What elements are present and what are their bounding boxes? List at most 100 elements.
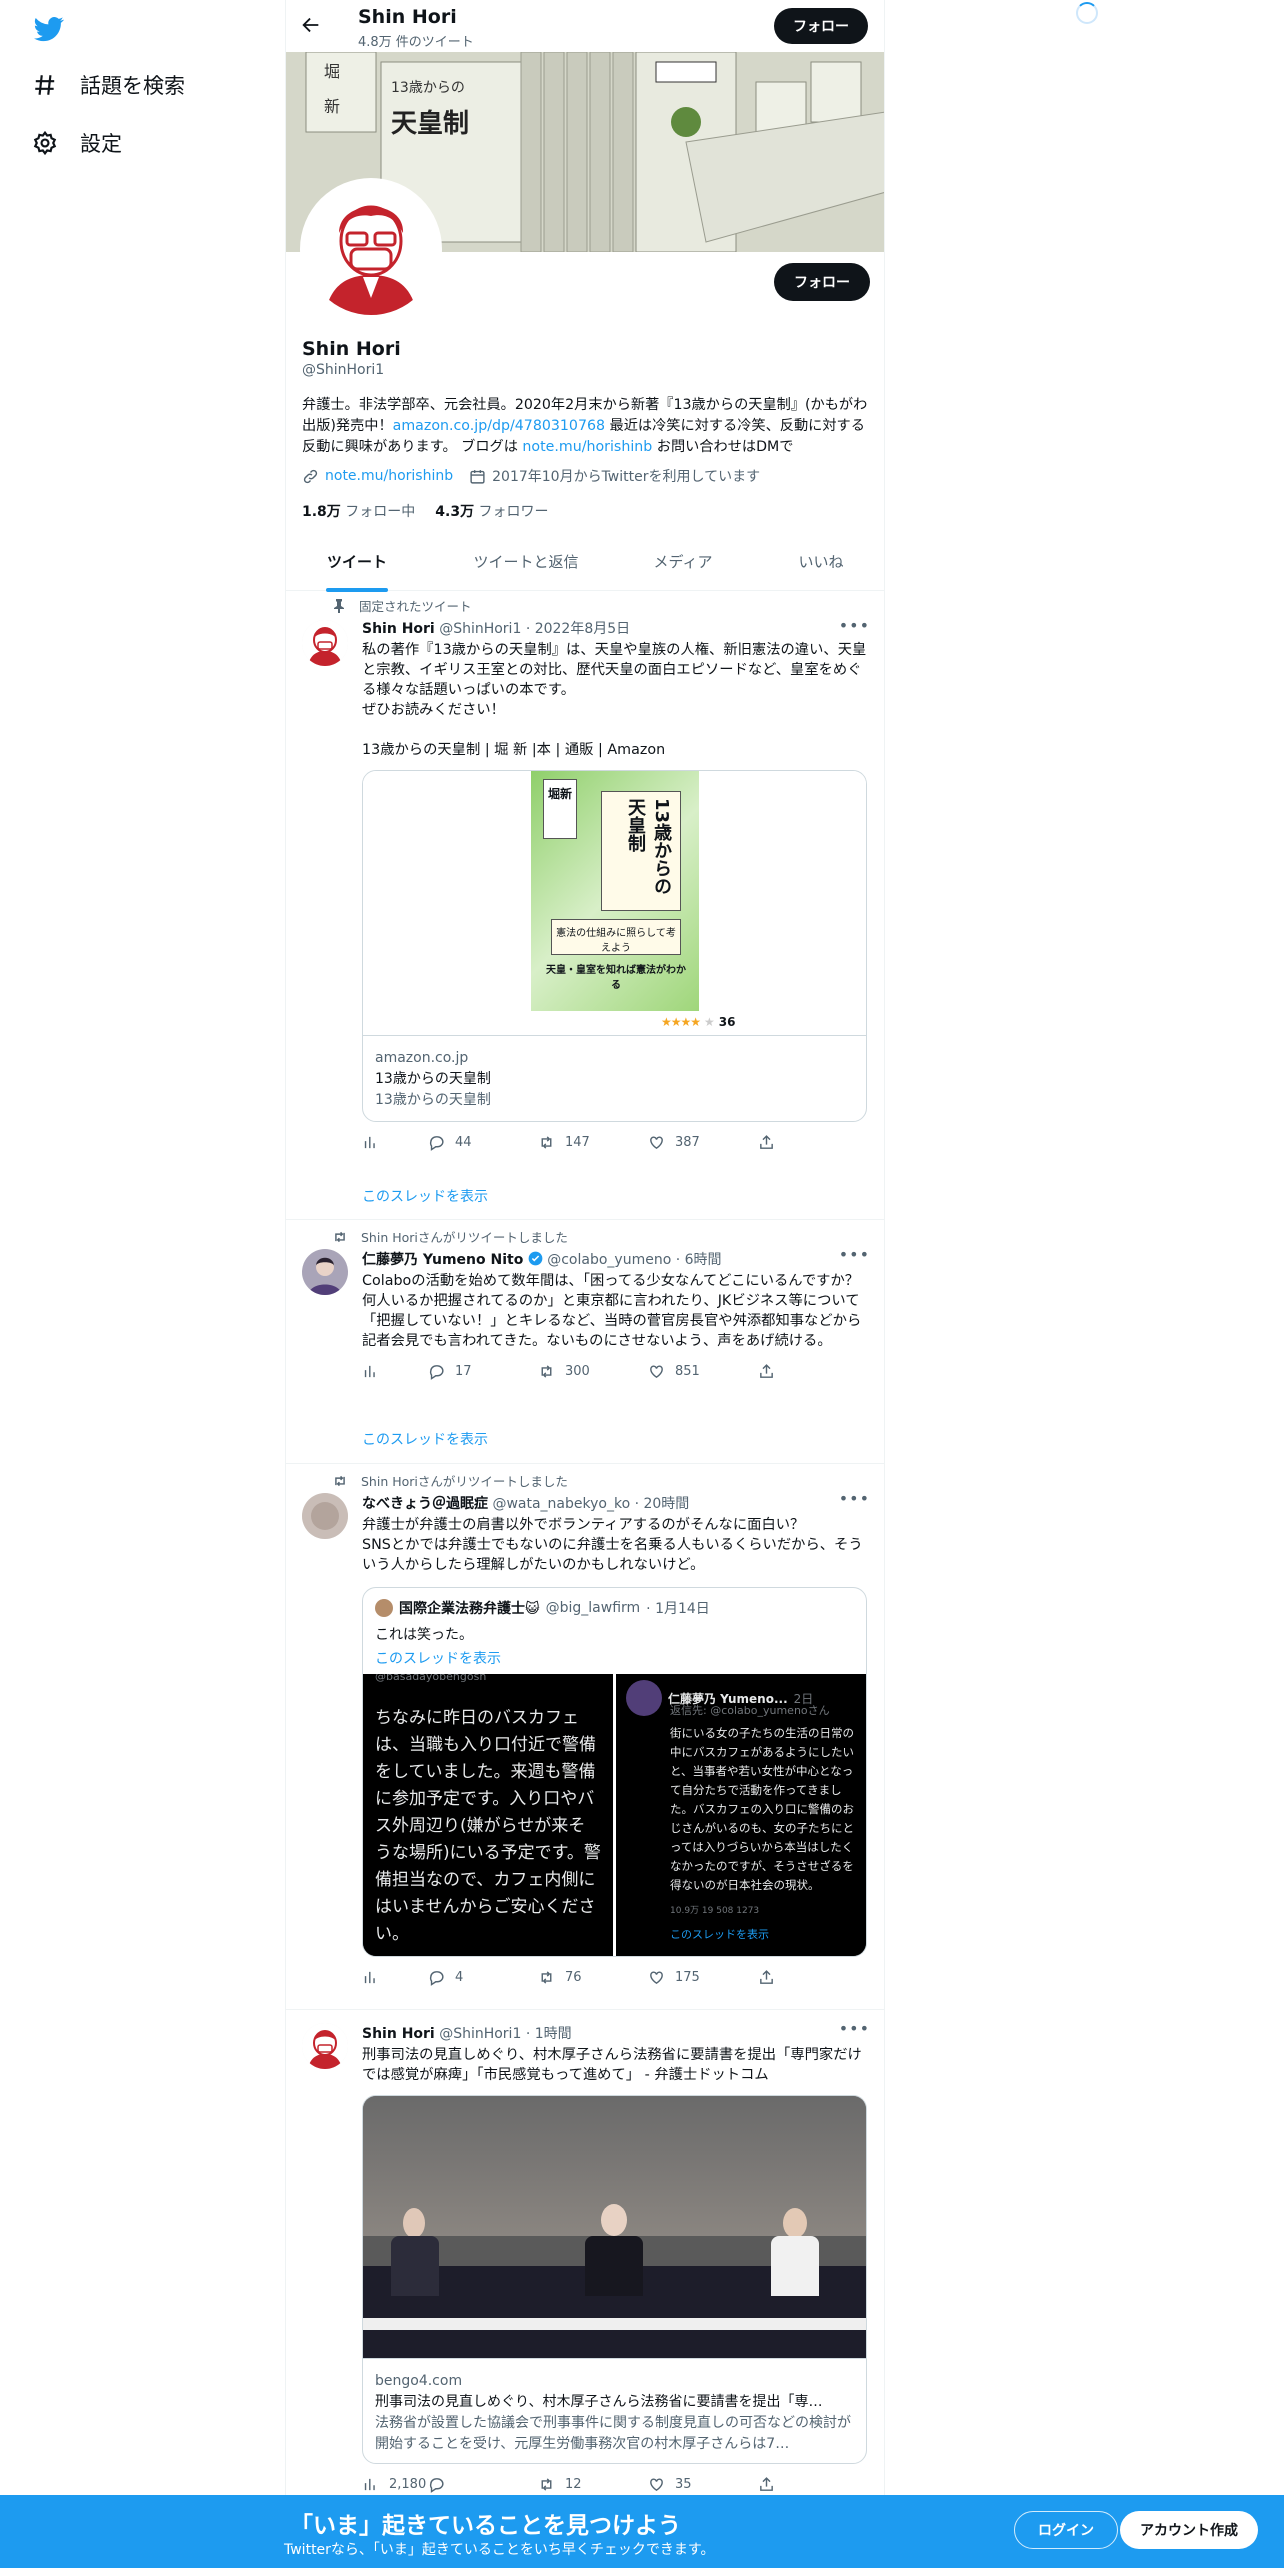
like-button[interactable]: 175 <box>648 1969 758 1986</box>
share-button[interactable] <box>758 1363 868 1380</box>
profile-bio: 弁護士。非法学部卒、元会社員。2020年2月末から新著『13歳からの天皇制』(か… <box>302 397 868 455</box>
heart-icon <box>650 2478 663 2492</box>
show-thread-link[interactable]: このスレッドを表示 <box>362 1429 488 1449</box>
profile-avatar[interactable] <box>300 178 442 320</box>
reply-button[interactable]: 4 <box>428 1969 538 1986</box>
share-icon <box>760 1970 773 1984</box>
quote-show-thread[interactable]: このスレッドを表示 <box>375 1648 854 1668</box>
views-button[interactable] <box>362 1363 428 1380</box>
retweet-button[interactable]: 300 <box>538 1363 648 1380</box>
share-icon <box>760 1364 773 1378</box>
twitter-logo-icon[interactable] <box>34 14 64 44</box>
media-image-2: 仁藤夢乃 Yumeno... 2日 返信先: @colabo_yumenoさん … <box>616 1674 866 1956</box>
tweet-text: Colaboの活動を始めて数年間は、「困ってる少女なんてどこにいるんですか？何人… <box>362 1273 862 1349</box>
retweet-icon <box>541 1971 552 1984</box>
reply-button[interactable] <box>428 2476 538 2493</box>
tweet-header: Shin Hori @ShinHori1 · 2022年8月5日 <box>362 621 631 637</box>
quote-media[interactable]: @basadayobengosh ちなみに昨日のバスカフェは、当職も入り口付近で… <box>363 1674 866 1956</box>
like-button[interactable]: 851 <box>648 1363 758 1380</box>
signup-button[interactable]: アカウント作成 <box>1120 2511 1258 2549</box>
quote-text: これは笑った。 <box>375 1627 473 1643</box>
bio-amazon-link[interactable]: amazon.co.jp/dp/4780310768 <box>393 418 605 434</box>
pin-icon <box>334 598 344 613</box>
loading-spinner-icon <box>1076 2 1098 24</box>
tweet-content: なべきょう＠過眠症 @wata_nabekyo_ko · 20時間 弁護士が弁護… <box>362 1493 872 1986</box>
tab-tweets[interactable]: ツイート <box>326 543 388 592</box>
reply-button[interactable]: 17 <box>428 1363 538 1380</box>
back-arrow-icon[interactable] <box>300 14 322 36</box>
share-button[interactable] <box>758 1969 868 1986</box>
tweet-actions: 17 300 851 <box>362 1363 872 1380</box>
tweet-pinned[interactable]: 固定されたツイート ••• Shin Hori @ShinHori1 · 202… <box>286 592 884 1220</box>
following-count[interactable]: 1.8万 フォロー中 <box>302 501 415 521</box>
profile-joined: 2017年10月からTwitterを利用しています <box>469 466 760 486</box>
share-button[interactable] <box>758 1134 868 1151</box>
show-thread-link[interactable]: このスレッドを表示 <box>362 1186 488 1206</box>
views-button[interactable] <box>362 1134 428 1151</box>
heart-icon <box>650 1971 663 1985</box>
retweet-button[interactable]: 76 <box>538 1969 648 1986</box>
analytics-icon <box>364 1971 375 1984</box>
retweet-icon <box>541 2478 552 2491</box>
tweet-avatar[interactable] <box>302 1249 348 1295</box>
tweet-content: Shin Hori @ShinHori1 · 2022年8月5日 私の著作『13… <box>362 618 872 1151</box>
tab-likes[interactable]: いいね <box>791 543 851 591</box>
profile-column: Shin Hori 4.8万 件のツイート フォロー 堀 新 13歳からの 天皇… <box>285 0 885 2568</box>
analytics-icon <box>364 1136 375 1149</box>
tweet-avatar[interactable] <box>302 1493 348 1539</box>
book-cover: 堀新 13歳からの天皇制 憲法の仕組みに照らして考えよう 天皇・皇室を知れば憲法… <box>531 771 699 1011</box>
analytics-icon <box>364 2478 375 2491</box>
views-button[interactable] <box>362 1969 428 1986</box>
header-follow-button[interactable]: フォロー <box>774 8 868 44</box>
quote-header: 国際企業法務弁護士😺 @big_lawfirm · 1月14日 <box>375 1598 854 1618</box>
tweet-avatar[interactable] <box>302 2023 348 2069</box>
profile-tabs: ツイート ツイートと返信 メディア いいね <box>286 543 884 592</box>
login-button[interactable]: ログイン <box>1014 2511 1118 2549</box>
tweet-retweeted[interactable]: Shin Horiさんがリツイートしました ••• 仁藤夢乃 Yumeno Ni… <box>286 1221 884 1464</box>
tweet-social-context: Shin Horiさんがリツイートしました <box>333 1227 568 1246</box>
website-link[interactable]: note.mu/horishinb <box>325 468 453 484</box>
views-button[interactable]: 2,180 <box>362 2476 428 2493</box>
card-domain: amazon.co.jp <box>375 1050 469 1066</box>
tweet-retweeted-quote[interactable]: Shin Horiさんがリツイートしました ••• なべきょう＠過眠症 @wat… <box>286 1465 884 2010</box>
followers-count[interactable]: 4.3万 フォロワー <box>435 501 548 521</box>
tweet-own[interactable]: ••• Shin Hori @ShinHori1 · 1時間 刑事司法の見直しめ… <box>286 2011 884 2568</box>
bio-note-link[interactable]: note.mu/horishinb <box>522 439 652 455</box>
like-button[interactable]: 35 <box>648 2476 758 2493</box>
tweet-actions: 2,180 12 35 <box>362 2476 872 2493</box>
link-card[interactable]: 堀新 13歳からの天皇制 憲法の仕組みに照らして考えよう 天皇・皇室を知れば憲法… <box>362 770 867 1122</box>
tweet-content: Shin Hori @ShinHori1 · 1時間 刑事司法の見直しめぐり、村… <box>362 2023 872 2493</box>
retweet-button[interactable]: 12 <box>538 2476 648 2493</box>
link-icon <box>303 469 318 483</box>
card-title: 13歳からの天皇制 <box>375 1071 491 1087</box>
svg-text:13歳からの: 13歳からの <box>391 80 465 96</box>
card-description: 法務省が設置した協議会で刑事事件に関する制度見直しの可否などの検討が開始すること… <box>375 2415 851 2452</box>
link-card[interactable]: bengo4.com 刑事司法の見直しめぐり、村木厚子さんら法務省に要請書を提出… <box>362 2095 867 2464</box>
quote-avatar <box>375 1599 393 1617</box>
hashtag-icon <box>35 75 55 95</box>
card-image <box>363 2096 866 2358</box>
retweet-button[interactable]: 147 <box>538 1134 648 1151</box>
like-button[interactable]: 387 <box>648 1134 758 1151</box>
share-button[interactable] <box>758 2476 868 2493</box>
profile-follow-button[interactable]: フォロー <box>774 263 870 301</box>
nav-explore[interactable]: 話題を検索 <box>32 70 185 100</box>
svg-text:天皇制: 天皇制 <box>391 109 469 139</box>
tweet-avatar[interactable] <box>302 620 348 666</box>
calendar-icon <box>470 469 485 484</box>
reply-icon <box>429 1136 444 1151</box>
tweet-header: Shin Hori @ShinHori1 · 1時間 <box>362 2026 572 2042</box>
reply-button[interactable]: 44 <box>428 1134 538 1151</box>
prompt-title: 「いま」起きていることを見つけよう <box>290 2513 681 2539</box>
tab-media[interactable]: メディア <box>648 543 718 591</box>
tweet-header: なべきょう＠過眠症 @wata_nabekyo_ko · 20時間 <box>362 1496 690 1512</box>
tab-tweets-and-replies[interactable]: ツイートと返信 <box>466 543 586 591</box>
gear-icon <box>33 130 57 156</box>
nav-settings[interactable]: 設定 <box>32 128 122 158</box>
profile-header: Shin Hori 4.8万 件のツイート フォロー <box>286 0 884 52</box>
profile-website: note.mu/horishinb <box>302 468 453 485</box>
quote-tweet[interactable]: 国際企業法務弁護士😺 @big_lawfirm · 1月14日 これは笑った。 … <box>362 1587 867 1957</box>
tweet-actions: 44 147 387 <box>362 1134 872 1151</box>
profile-meta: note.mu/horishinb 2017年10月からTwitterを利用して… <box>302 466 760 486</box>
tweet-text: 弁護士が弁護士の肩書以外でボランティアするのがそんなに面白い？ SNSとかでは弁… <box>362 1517 863 1573</box>
